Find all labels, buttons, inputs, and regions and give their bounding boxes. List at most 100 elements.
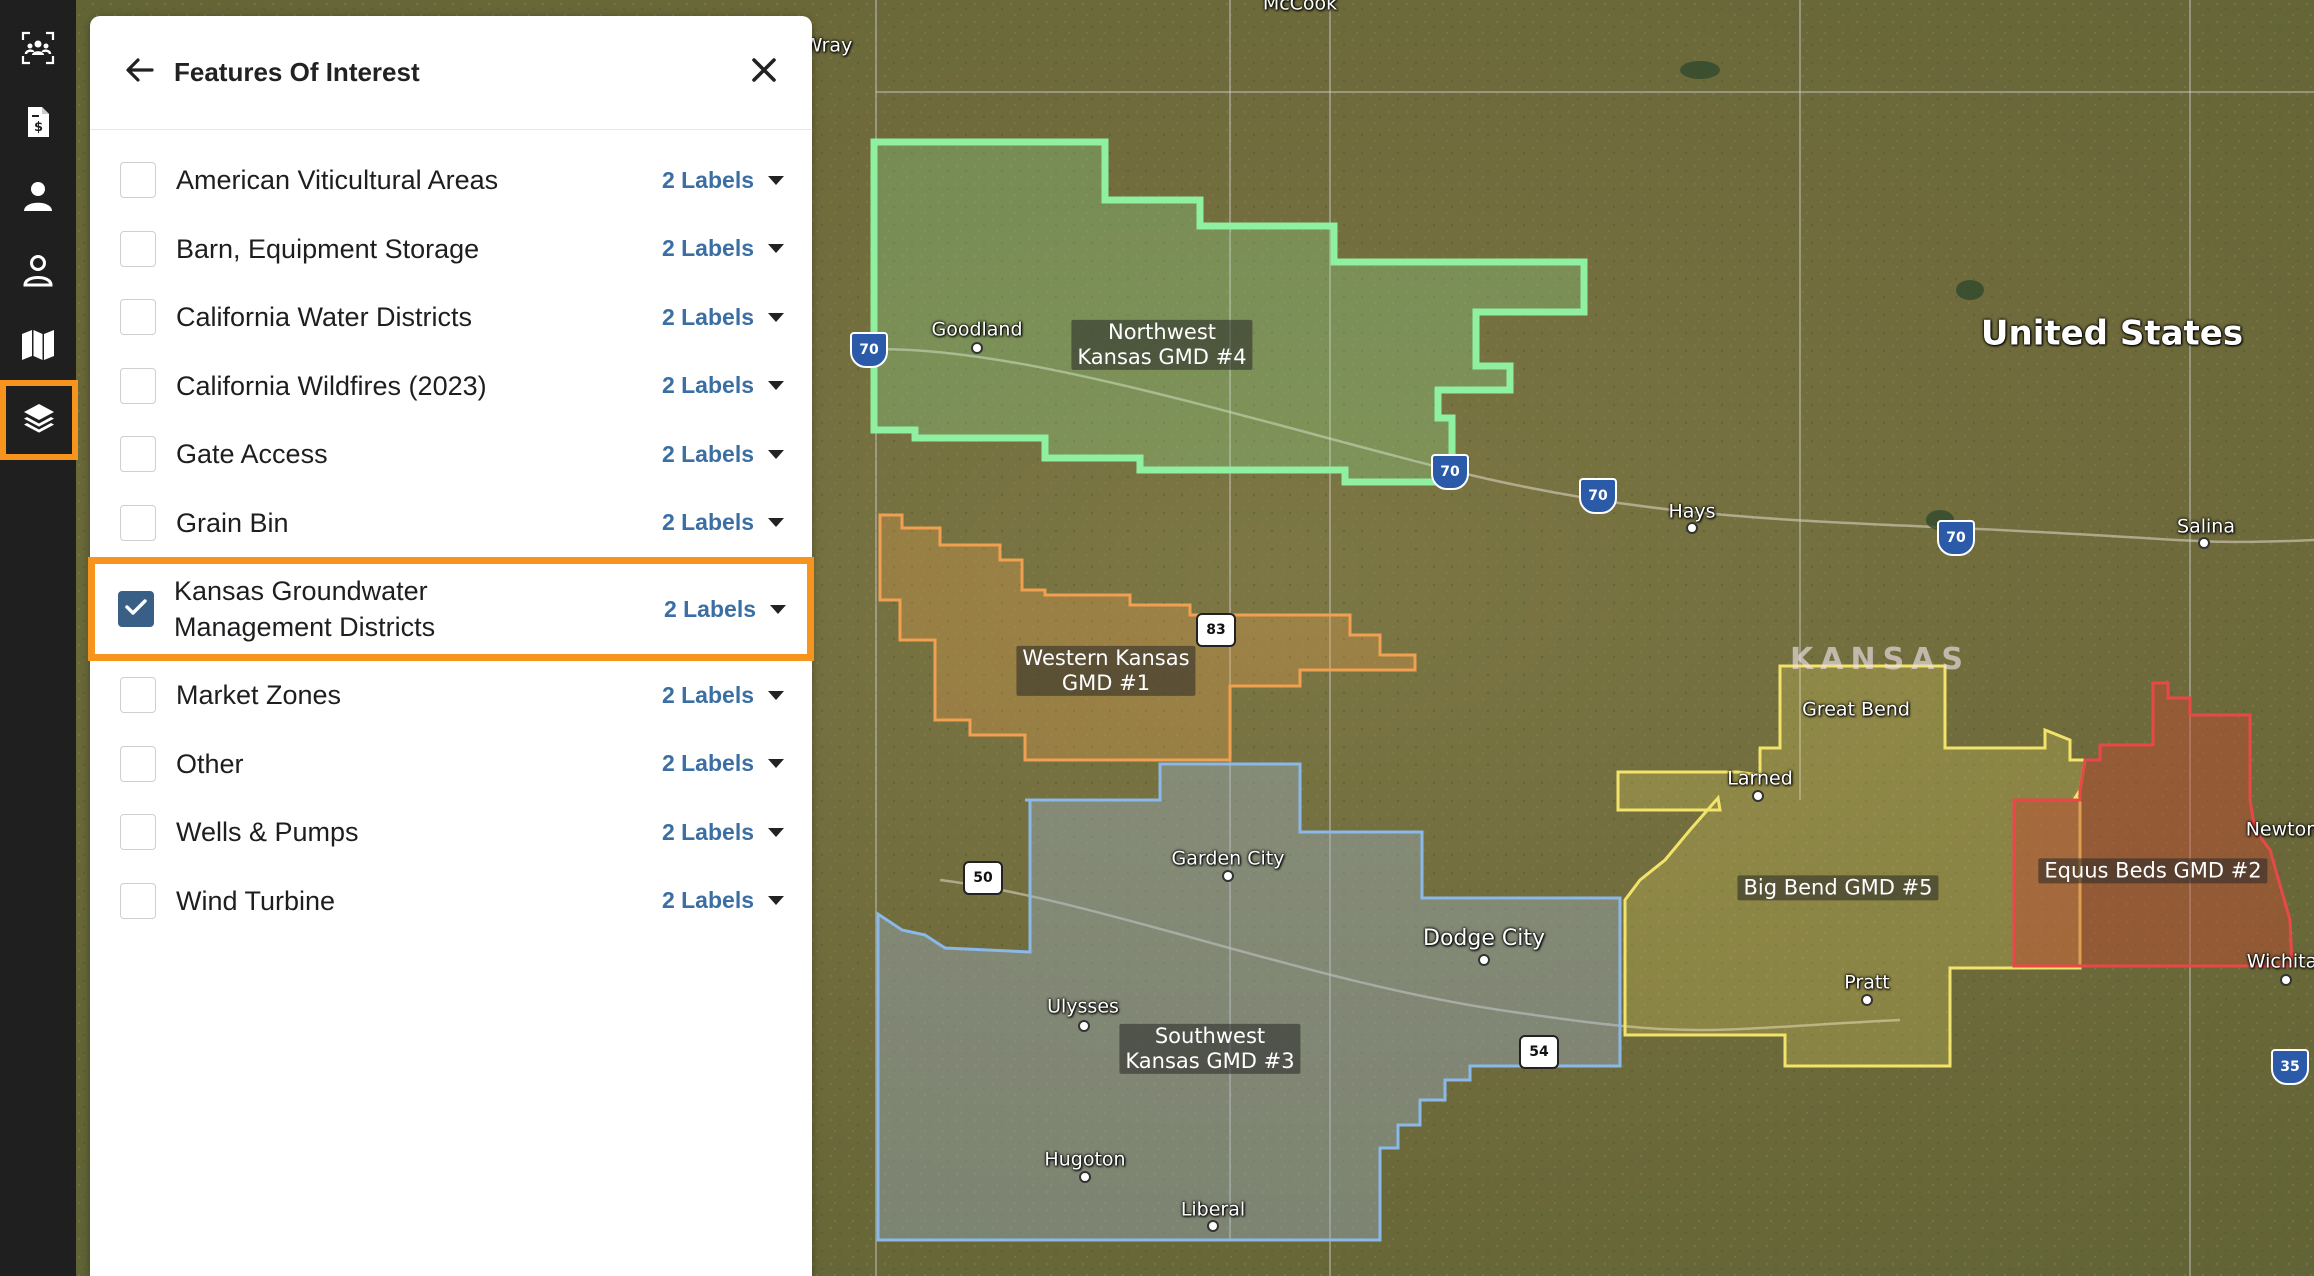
list-item[interactable]: Market Zones 2 Labels bbox=[90, 661, 812, 730]
left-navigation-rail: $ bbox=[0, 0, 78, 1276]
city-dot bbox=[1686, 522, 1698, 534]
labels-dropdown[interactable]: 2 Labels bbox=[662, 304, 754, 331]
rail-button-invoices[interactable]: $ bbox=[4, 90, 72, 158]
labels-dropdown[interactable]: 2 Labels bbox=[662, 887, 754, 914]
city-label: Salina bbox=[2177, 515, 2235, 538]
rail-button-profile[interactable] bbox=[4, 164, 72, 232]
back-button[interactable] bbox=[120, 53, 160, 93]
city-dot bbox=[1079, 1171, 1091, 1183]
invoice-icon: $ bbox=[20, 104, 56, 145]
list-item[interactable]: Grain Bin 2 Labels bbox=[90, 489, 812, 558]
layer-label: California Wildfires (2023) bbox=[176, 370, 487, 401]
district-label-equus: Equus Beds GMD #2 bbox=[2038, 858, 2268, 884]
district-label-southwest: Southwest Kansas GMD #3 bbox=[1119, 1023, 1301, 1075]
rail-button-maps[interactable] bbox=[4, 312, 72, 380]
labels-dropdown[interactable]: 2 Labels bbox=[662, 372, 754, 399]
layer-checkbox[interactable] bbox=[120, 745, 156, 782]
list-item[interactable]: Gate Access 2 Labels bbox=[90, 420, 812, 489]
interstate-shield: 35 bbox=[2271, 1049, 2309, 1085]
close-icon bbox=[750, 56, 778, 89]
layer-label: Wind Turbine bbox=[176, 885, 336, 916]
labels-dropdown[interactable]: 2 Labels bbox=[662, 750, 754, 777]
rail-button-team[interactable] bbox=[4, 16, 72, 84]
layer-checkbox[interactable] bbox=[120, 367, 156, 404]
caret-down-icon[interactable] bbox=[768, 759, 784, 769]
user-outline-icon bbox=[20, 252, 56, 293]
city-label: Garden City bbox=[1171, 847, 1285, 870]
city-dot bbox=[1478, 954, 1490, 966]
city-dot bbox=[2198, 537, 2210, 549]
city-label: Newton bbox=[2245, 818, 2314, 841]
user-filled-icon bbox=[20, 178, 56, 219]
layer-checkbox[interactable] bbox=[120, 436, 156, 473]
city-label: McCook bbox=[1262, 0, 1338, 15]
panel-title: Features Of Interest bbox=[174, 57, 420, 87]
city-label: Dodge City bbox=[1423, 925, 1545, 951]
city-label: Great Bend bbox=[1802, 698, 1910, 721]
labels-dropdown[interactable]: 2 Labels bbox=[662, 682, 754, 709]
interstate-shield: 70 bbox=[850, 332, 888, 368]
city-dot bbox=[1078, 1020, 1090, 1032]
list-item[interactable]: Barn, Equipment Storage 2 Labels bbox=[90, 215, 812, 284]
labels-dropdown[interactable]: 2 Labels bbox=[662, 167, 754, 194]
district-label-bigbend: Big Bend GMD #5 bbox=[1737, 875, 1939, 901]
close-button[interactable] bbox=[744, 53, 784, 93]
caret-down-icon[interactable] bbox=[770, 604, 786, 614]
labels-dropdown[interactable]: 2 Labels bbox=[662, 235, 754, 262]
layer-label: Grain Bin bbox=[176, 507, 289, 538]
city-label: Pratt bbox=[1844, 971, 1890, 994]
labels-dropdown[interactable]: 2 Labels bbox=[662, 509, 754, 536]
layer-label: Barn, Equipment Storage bbox=[176, 233, 480, 264]
city-label: Liberal bbox=[1180, 1198, 1246, 1221]
city-dot bbox=[2280, 974, 2292, 986]
district-label-western: Western Kansas GMD #1 bbox=[1016, 645, 1196, 697]
list-item[interactable]: California Wildfires (2023) 2 Labels bbox=[90, 352, 812, 421]
layer-label: Other bbox=[176, 748, 244, 779]
caret-down-icon[interactable] bbox=[768, 381, 784, 391]
city-dot bbox=[1861, 994, 1873, 1006]
layer-label: Kansas Groundwater Management Districts bbox=[174, 576, 436, 642]
layers-icon bbox=[21, 400, 57, 441]
caret-down-icon[interactable] bbox=[768, 312, 784, 322]
caret-down-icon[interactable] bbox=[768, 827, 784, 837]
layer-checkbox-checked[interactable] bbox=[118, 591, 154, 627]
features-panel: Features Of Interest American Viticultur… bbox=[88, 16, 814, 1276]
panel-header: Features Of Interest bbox=[90, 16, 812, 130]
interstate-shield: 70 bbox=[1579, 478, 1617, 514]
list-item[interactable]: Wind Turbine 2 Labels bbox=[90, 867, 812, 936]
caret-down-icon[interactable] bbox=[768, 690, 784, 700]
rail-button-contacts[interactable] bbox=[4, 238, 72, 306]
layer-checkbox[interactable] bbox=[120, 677, 156, 714]
list-item[interactable]: California Water Districts 2 Labels bbox=[90, 283, 812, 352]
caret-down-icon[interactable] bbox=[768, 175, 784, 185]
caret-down-icon[interactable] bbox=[768, 449, 784, 459]
labels-dropdown[interactable]: 2 Labels bbox=[664, 596, 756, 623]
layer-checkbox[interactable] bbox=[120, 814, 156, 851]
caret-down-icon[interactable] bbox=[768, 244, 784, 254]
layer-checkbox[interactable] bbox=[120, 882, 156, 919]
checkmark-icon bbox=[124, 597, 148, 622]
layer-checkbox[interactable] bbox=[120, 162, 156, 199]
caret-down-icon[interactable] bbox=[768, 518, 784, 528]
layer-checkbox[interactable] bbox=[120, 504, 156, 541]
list-item[interactable]: Wells & Pumps 2 Labels bbox=[90, 798, 812, 867]
city-label: Wichita bbox=[2246, 950, 2314, 973]
list-item-selected[interactable]: Kansas Groundwater Management Districts … bbox=[88, 557, 814, 661]
state-label: KANSAS bbox=[1789, 642, 1971, 677]
layer-label: Wells & Pumps bbox=[176, 817, 359, 848]
caret-down-icon[interactable] bbox=[768, 896, 784, 906]
us-highway-shield: 83 bbox=[1196, 613, 1236, 647]
city-label: Hugoton bbox=[1044, 1148, 1126, 1171]
layer-checkbox[interactable] bbox=[120, 299, 156, 336]
labels-dropdown[interactable]: 2 Labels bbox=[662, 441, 754, 468]
district-label-northwest: Northwest Kansas GMD #4 bbox=[1071, 319, 1253, 371]
labels-dropdown[interactable]: 2 Labels bbox=[662, 819, 754, 846]
list-item[interactable]: Other 2 Labels bbox=[90, 730, 812, 799]
list-item[interactable]: American Viticultural Areas 2 Labels bbox=[90, 146, 812, 215]
layer-checkbox[interactable] bbox=[120, 230, 156, 267]
city-label: Larned bbox=[1727, 767, 1793, 790]
rail-button-layers[interactable] bbox=[0, 380, 78, 460]
feature-list: American Viticultural Areas 2 Labels Bar… bbox=[88, 146, 814, 936]
city-dot bbox=[1752, 790, 1764, 802]
city-label: Goodland bbox=[931, 318, 1023, 341]
